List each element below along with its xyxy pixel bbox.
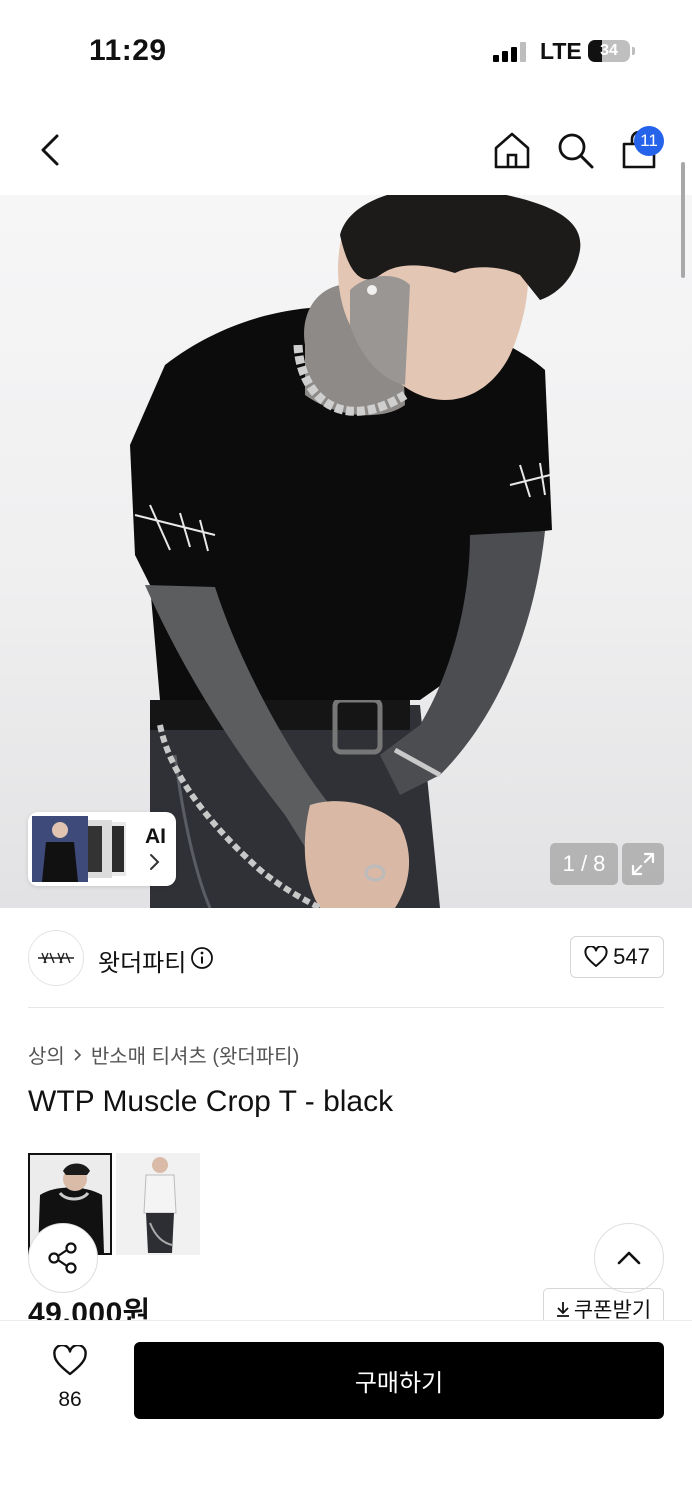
- brand-logo-mark: [38, 952, 74, 964]
- model-photo: [130, 195, 581, 908]
- breadcrumb: 상의 반소매 티셔츠 (왓더파티): [28, 1040, 299, 1069]
- home-button[interactable]: [490, 128, 534, 172]
- heart-icon: [53, 1343, 87, 1376]
- share-icon: [48, 1242, 77, 1274]
- thumbnail-image: [116, 1153, 200, 1255]
- chevron-right-icon: [74, 1048, 81, 1061]
- home-icon: [494, 132, 530, 169]
- back-button[interactable]: [30, 128, 70, 172]
- search-button[interactable]: [553, 128, 597, 172]
- favorite-count: 86: [58, 1388, 82, 1411]
- battery-cap: [632, 47, 635, 55]
- chevron-right-icon: [150, 854, 160, 870]
- brand-like-button[interactable]: 547: [570, 936, 664, 978]
- ai-recommend-button[interactable]: AI: [28, 812, 176, 886]
- signal-icon: [493, 42, 527, 62]
- expand-icon: [631, 852, 655, 876]
- product-title: WTP Muscle Crop T - black: [28, 1085, 394, 1118]
- brand-like-count: 547: [613, 944, 650, 969]
- favorite-button[interactable]: 86: [40, 1343, 100, 1412]
- cart-count-badge: 11: [634, 126, 664, 156]
- expand-button[interactable]: [622, 843, 664, 885]
- chevron-up-icon: [617, 1251, 641, 1265]
- status-bar: 11:29 LTE 34: [0, 0, 692, 100]
- download-icon: [556, 1302, 569, 1317]
- search-icon: [558, 133, 594, 169]
- ai-label: AI: [145, 825, 166, 848]
- heart-icon: [584, 946, 608, 967]
- scroll-indicator[interactable]: [681, 162, 685, 278]
- chevron-left-icon: [41, 134, 59, 166]
- brand-logo[interactable]: [28, 930, 84, 986]
- share-button[interactable]: [28, 1223, 98, 1293]
- network-label: LTE: [540, 38, 582, 64]
- status-time: 11:29: [89, 34, 167, 67]
- info-icon: [191, 947, 213, 969]
- thumbnail-2[interactable]: [116, 1153, 200, 1255]
- brand-name[interactable]: 왓더파티: [98, 943, 186, 978]
- battery-level: 34: [600, 42, 618, 59]
- divider: [28, 1007, 664, 1008]
- brand-info-button[interactable]: [190, 946, 214, 975]
- scroll-top-button[interactable]: [594, 1223, 664, 1293]
- ai-thumbnails: [32, 816, 132, 882]
- buy-button[interactable]: 구매하기: [134, 1342, 664, 1419]
- product-image[interactable]: [0, 195, 692, 908]
- breadcrumb-category[interactable]: 상의: [28, 1040, 65, 1069]
- breadcrumb-subcategory[interactable]: 반소매 티셔츠 (왓더파티): [91, 1040, 299, 1069]
- battery-icon: 34: [588, 40, 630, 62]
- image-counter: 1 / 8: [550, 843, 618, 885]
